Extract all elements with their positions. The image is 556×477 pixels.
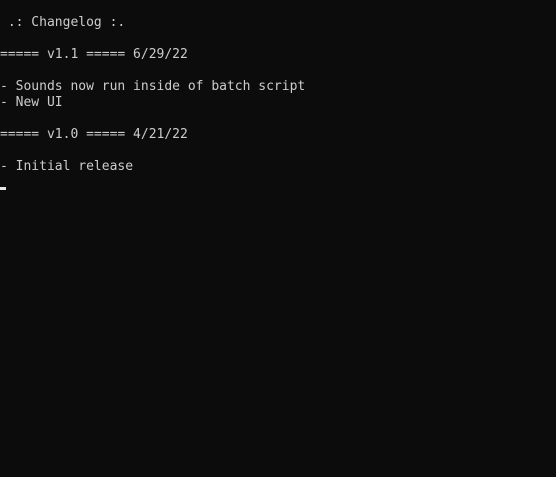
changelog-title: .: Changelog :.: [0, 15, 126, 30]
version-header-v1-1: ===== v1.1 ===== 6/29/22: [0, 47, 188, 62]
changelog-entry: - New UI: [0, 95, 63, 110]
changelog-entry: - Initial release: [0, 159, 134, 174]
text-cursor: [0, 187, 6, 190]
version-header-v1-0: ===== v1.0 ===== 4/21/22: [0, 127, 188, 142]
console-window[interactable]: .: Changelog :. ===== v1.1 ===== 6/29/22…: [0, 0, 556, 477]
changelog-entry: - Sounds now run inside of batch script: [0, 79, 306, 94]
